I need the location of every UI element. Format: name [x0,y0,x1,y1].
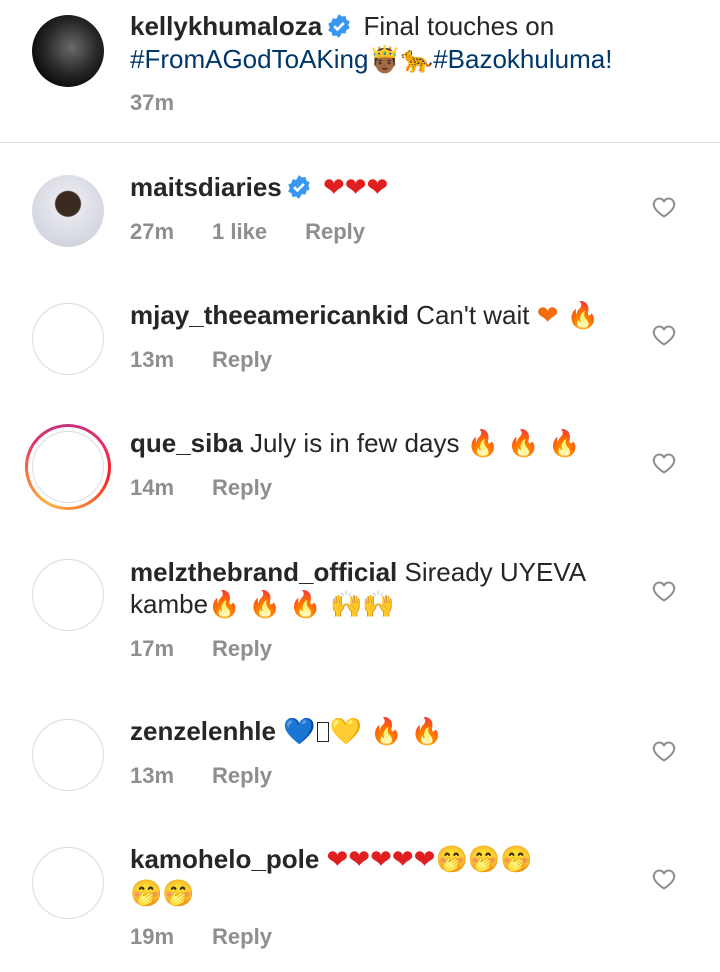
heart-outline-icon[interactable] [652,740,676,762]
comment-emoji: ❤❤❤ [322,173,389,203]
comment-emoji-hearts: ❤❤❤❤❤ [326,845,436,875]
caption-emoji: 🤴🏾🐆 [368,45,434,75]
comment-emoji-faces-continued: 🤭🤭 [130,879,195,909]
reply-button[interactable]: Reply [212,763,272,788]
caption-meta: 37m [130,90,212,116]
comment-timestamp: 13m [130,763,175,788]
commenter-avatar[interactable] [32,559,104,631]
comment-like-count[interactable]: 1 like [212,219,267,244]
comment-emoji: 🔥 🔥 🔥 🙌🙌 [208,590,395,620]
comment-username[interactable]: zenzelenhle [130,716,276,746]
comment-emoji: 🔥 🔥 🔥 [466,429,581,459]
comment-meta: 14m Reply [130,475,310,501]
comment-text: kamohelo_pole ❤❤❤❤❤🤭🤭🤭 [130,843,533,876]
comment-timestamp: 14m [130,475,175,500]
comment-emoji: 💛 🔥 🔥 [329,717,444,747]
comment-username[interactable]: mjay_theeamericankid [130,300,409,330]
comment-body: Siready UYEVA [404,557,587,587]
reply-button[interactable]: Reply [212,924,272,949]
heart-outline-icon[interactable] [652,868,676,890]
caption-text: Final touches on [363,11,555,41]
reply-button[interactable]: Reply [305,219,365,244]
comment-text-line-2: kambe🔥 🔥 🔥 🙌🙌 [130,588,395,621]
comment-text-line-2: 🤭🤭 [130,877,195,910]
comment-username[interactable]: melzthebrand_official [130,557,397,587]
comment-meta: 19m Reply [130,924,310,950]
comment-timestamp: 13m [130,347,175,372]
comment-text: mjay_theeamericankid Can't wait ❤ 🔥 [130,299,599,332]
hashtag-fromagodtoaking[interactable]: #FromAGodToAKing [130,44,368,74]
commenter-avatar[interactable] [32,175,104,247]
missing-glyph-icon [316,722,329,742]
comment-meta: 13m Reply [130,763,310,789]
reply-button[interactable]: Reply [212,636,272,661]
comment-meta: 13m Reply [130,347,310,373]
caption-line-1: kellykhumaloza Final touches on [130,10,554,42]
commenter-avatar[interactable] [32,303,104,375]
comment-text: que_siba July is in few days 🔥 🔥 🔥 [130,427,580,460]
comment-timestamp: 19m [130,924,175,949]
caption-username[interactable]: kellykhumaloza [130,11,322,41]
comment-body-continued: kambe [130,589,209,619]
verified-badge-icon [328,14,350,38]
comment-timestamp: 17m [130,636,175,661]
reply-button[interactable]: Reply [212,347,272,372]
comments-screen: kellykhumaloza Final touches on #FromAGo… [0,0,720,972]
comment-emoji-blue-heart: 💙 [283,717,316,747]
comment-emoji: ❤ 🔥 [536,301,600,331]
heart-outline-icon[interactable] [652,452,676,474]
commenter-avatar[interactable] [32,719,104,791]
comment-text: melzthebrand_official Siready UYEVA [130,556,586,588]
verified-badge-icon [288,175,310,199]
comment-text: maitsdiaries ❤❤❤ [130,171,388,204]
comment-meta: 17m Reply [130,636,310,662]
comment-body: Can't wait [416,300,530,330]
caption-timestamp: 37m [130,90,175,115]
heart-outline-icon[interactable] [652,580,676,602]
comment-timestamp: 27m [130,219,175,244]
heart-outline-icon[interactable] [652,196,676,218]
comment-username[interactable]: kamohelo_pole [130,844,319,874]
story-ring[interactable] [25,424,111,510]
comment-body: July is in few days [249,428,460,458]
comment-username[interactable]: maitsdiaries [130,172,282,202]
comment-username[interactable]: que_siba [130,428,243,458]
caption-line-2: #FromAGodToAKing🤴🏾🐆#Bazokhuluma! [130,43,612,76]
comment-meta: 27m 1 like Reply [130,219,403,245]
post-caption: kellykhumaloza Final touches on #FromAGo… [0,0,720,143]
comment-emoji-faces: 🤭🤭🤭 [435,845,533,875]
hashtag-bazokhuluma[interactable]: #Bazokhuluma! [433,44,612,74]
commenter-avatar[interactable] [32,847,104,919]
heart-outline-icon[interactable] [652,324,676,346]
commenter-avatar [32,431,104,503]
comment-text: zenzelenhle 💙 💛 🔥 🔥 [130,715,443,748]
reply-button[interactable]: Reply [212,475,272,500]
author-avatar[interactable] [32,15,104,87]
